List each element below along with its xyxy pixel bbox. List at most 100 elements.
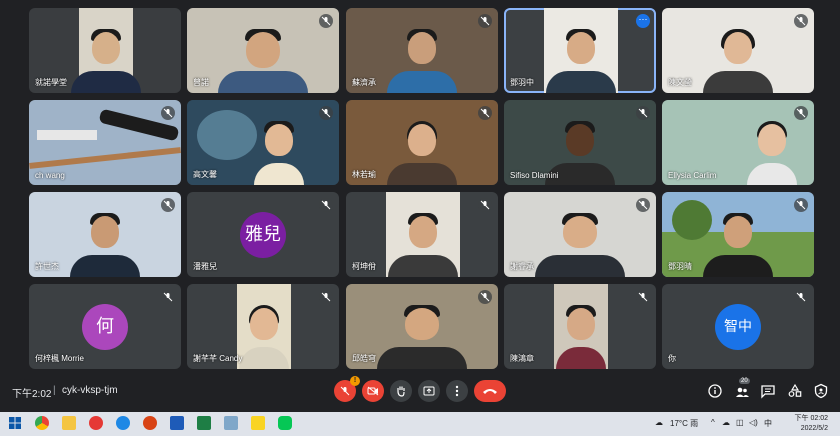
participant-tile[interactable]: 高文馨: [187, 100, 339, 185]
participant-name: 鄧羽中: [510, 78, 534, 87]
sticky-notes-icon[interactable]: [251, 416, 265, 430]
word-icon[interactable]: [170, 416, 184, 430]
onedrive-icon[interactable]: ☁: [722, 418, 730, 427]
camera-toggle-button[interactable]: [362, 380, 384, 402]
participant-tile[interactable]: 就諾學堂: [29, 8, 181, 93]
participant-name: 就諾學堂: [35, 78, 67, 87]
participant-name: 曾諾: [193, 78, 209, 87]
participant-name: 林若瑜: [352, 170, 376, 179]
participant-name: 陳文瑩: [668, 78, 692, 87]
mic-off-icon: [319, 290, 333, 304]
activities-button[interactable]: [787, 383, 803, 399]
weather-icon: ☁: [655, 418, 663, 427]
shield-icon: [814, 383, 828, 399]
participant-tile[interactable]: 曾諾: [187, 8, 339, 93]
meeting-controls-bar: 下午2:02 | cyk-vksp-tjm ! 20: [0, 372, 840, 412]
media-player-icon[interactable]: [89, 416, 103, 430]
mic-off-icon: [319, 198, 333, 212]
participant-name: 許世杰: [35, 262, 59, 271]
more-options-icon[interactable]: ⋯: [636, 14, 650, 28]
participant-tile-self[interactable]: 智中 你: [662, 284, 814, 369]
participant-tile[interactable]: Sifiso Dlamini: [504, 100, 656, 185]
participant-name: 鄧羽晴: [668, 262, 692, 271]
participant-tile[interactable]: 何 何梓楓 Morrie: [29, 284, 181, 369]
ime-indicator[interactable]: 中: [764, 418, 772, 429]
chat-button[interactable]: [760, 383, 776, 399]
mic-off-icon: [161, 106, 175, 120]
mic-off-icon: [636, 106, 650, 120]
participant-tile[interactable]: ch wang: [29, 100, 181, 185]
participant-name: 謝芊芊 Candy: [193, 354, 243, 363]
participant-name: 高文馨: [193, 170, 217, 179]
camera-off-icon: [367, 386, 379, 396]
participant-name: 潘雅兒: [193, 262, 217, 271]
participant-video: [544, 8, 618, 93]
participant-name: 蘇濟承: [352, 78, 376, 87]
mic-off-icon: [794, 290, 808, 304]
chrome-icon[interactable]: [35, 416, 49, 430]
clock-time: 下午 02:02: [794, 415, 828, 422]
participant-name: 陳鴻章: [510, 354, 534, 363]
participant-name: ch wang: [35, 171, 65, 180]
participant-tile[interactable]: Ellysia Carlim: [662, 100, 814, 185]
system-clock[interactable]: 下午 02:02 2022/5/2: [795, 414, 828, 434]
leave-call-button[interactable]: [474, 380, 506, 402]
warning-badge: !: [350, 376, 360, 386]
more-vert-icon: [455, 385, 459, 397]
volume-icon[interactable]: ◁): [749, 418, 758, 427]
participant-video: [71, 8, 141, 93]
app-icon[interactable]: [224, 416, 238, 430]
mic-off-icon: [340, 386, 350, 396]
participant-tile[interactable]: 陳文瑩: [662, 8, 814, 93]
mic-off-icon: [319, 14, 333, 28]
participant-tile-active[interactable]: 鄧羽中 ⋯: [504, 8, 656, 93]
info-icon: [708, 384, 722, 398]
participant-tile[interactable]: 陳鴻章: [504, 284, 656, 369]
participant-name: 謝睿承: [510, 262, 534, 271]
present-screen-button[interactable]: [418, 380, 440, 402]
participant-name: 你: [668, 354, 676, 363]
excel-icon[interactable]: [197, 416, 211, 430]
participant-name: Sifiso Dlamini: [510, 171, 559, 180]
participant-tile[interactable]: 雅兒 潘雅兒: [187, 192, 339, 277]
raise-hand-button[interactable]: [390, 380, 412, 402]
participant-count: 20: [739, 378, 750, 384]
activities-icon: [788, 383, 802, 397]
mic-off-icon: [636, 198, 650, 212]
people-button[interactable]: 20: [734, 378, 750, 399]
participant-tile[interactable]: 柯坤佾: [346, 192, 498, 277]
participant-tile[interactable]: 謝睿承: [504, 192, 656, 277]
network-icon[interactable]: ◫: [736, 418, 744, 427]
mic-off-icon: [794, 106, 808, 120]
participant-grid: 就諾學堂 曾諾 蘇濟承 鄧羽中 ⋯ 陳文瑩 ch wang 高文馨 林若瑜 Si…: [0, 0, 840, 372]
file-explorer-icon[interactable]: [62, 416, 76, 430]
participant-tile[interactable]: 許世杰: [29, 192, 181, 277]
participant-tile[interactable]: 蘇濟承: [346, 8, 498, 93]
participant-name: 邱皓穹: [352, 354, 376, 363]
line-icon[interactable]: [278, 416, 292, 430]
participant-tile[interactable]: 林若瑜: [346, 100, 498, 185]
powerpoint-icon[interactable]: [143, 416, 157, 430]
participant-tile[interactable]: 鄧羽晴: [662, 192, 814, 277]
mic-off-icon: [478, 106, 492, 120]
weather-text[interactable]: 17°C 雨: [670, 418, 698, 429]
more-options-button[interactable]: [446, 380, 468, 402]
people-icon: [736, 387, 749, 397]
edge-icon[interactable]: [116, 416, 130, 430]
participant-tile[interactable]: 邱皓穹: [346, 284, 498, 369]
windows-taskbar: ☁ 17°C 雨 ^ ☁ ◫ ◁) 中 下午 02:02 2022/5/2: [0, 412, 840, 436]
mic-off-icon: [161, 198, 175, 212]
participant-tile[interactable]: 謝芊芊 Candy: [187, 284, 339, 369]
meeting-details-button[interactable]: [707, 383, 723, 399]
hang-up-icon: [483, 389, 497, 394]
windows-start-icon[interactable]: [8, 416, 22, 430]
participant-video: [386, 192, 460, 277]
mic-toggle-button[interactable]: !: [334, 376, 360, 402]
mic-off-icon: [478, 290, 492, 304]
tray-overflow-icon[interactable]: ^: [711, 418, 715, 427]
meeting-time: 下午2:02: [12, 389, 52, 400]
participant-name: Ellysia Carlim: [668, 171, 717, 180]
mic-off-icon: [161, 290, 175, 304]
host-controls-button[interactable]: [813, 383, 829, 399]
participant-name: 何梓楓 Morrie: [35, 354, 84, 363]
